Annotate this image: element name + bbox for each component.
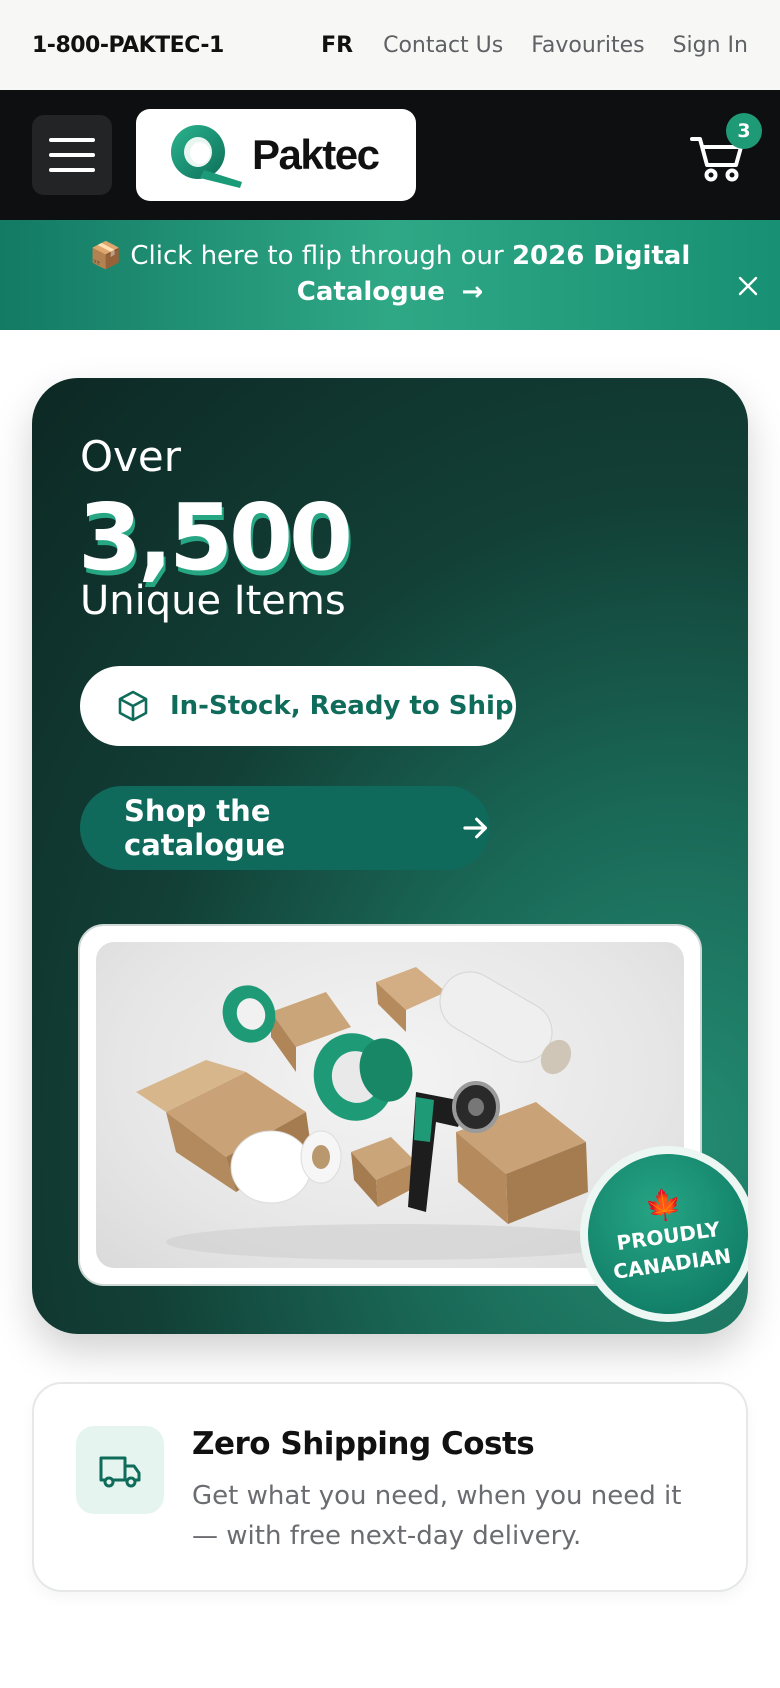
shop-catalogue-button[interactable]: Shop the catalogue	[80, 786, 490, 870]
delivery-truck-icon	[99, 1456, 141, 1488]
phone-number[interactable]: 1-800-PAKTEC-1	[32, 33, 224, 58]
in-stock-label: In-Stock, Ready to Ship	[170, 691, 514, 721]
feature-card: Zero Shipping Costs Get what you need, w…	[32, 1382, 748, 1592]
menu-line	[49, 138, 95, 142]
arrow-right-icon: →	[461, 277, 484, 307]
box-icon	[118, 690, 148, 722]
close-icon[interactable]	[736, 274, 760, 298]
feature-description: Get what you need, when you need it — wi…	[192, 1481, 682, 1551]
package-emoji-icon: 📦	[89, 241, 123, 271]
cart-button[interactable]: 3	[688, 113, 762, 185]
feature-icon-box	[76, 1426, 164, 1514]
site-header: Paktec 3	[0, 90, 780, 220]
logo[interactable]: Paktec	[136, 109, 416, 201]
menu-line	[49, 168, 95, 172]
hero-card: Over 3,500 Unique Items In-Stock, Ready …	[32, 378, 748, 1334]
cart-count-badge: 3	[726, 113, 762, 149]
hero-over-label: Over	[80, 432, 182, 481]
catalogue-promo-banner[interactable]: 📦 Click here to flip through our 2026 Di…	[0, 220, 780, 330]
in-stock-pill: In-Stock, Ready to Ship	[80, 666, 516, 746]
logo-wordmark: Paktec	[252, 131, 380, 178]
arrow-right-icon	[463, 817, 487, 839]
promo-text: Click here to flip through our	[130, 241, 504, 271]
utility-bar: 1-800-PAKTEC-1 FR Contact Us Favourites …	[0, 0, 780, 90]
hero-items-label: Unique Items	[80, 578, 346, 624]
utility-links: FR Contact Us Favourites Sign In	[321, 33, 748, 58]
tape-roll-logo-icon	[171, 125, 242, 188]
feature-title: Zero Shipping Costs	[192, 1426, 535, 1462]
hero-item-count: 3,500	[78, 484, 353, 591]
menu-line	[49, 153, 95, 157]
hamburger-menu-button[interactable]	[32, 115, 112, 195]
sign-in-link[interactable]: Sign In	[673, 33, 748, 58]
maple-leaf-icon: 🍁	[643, 1185, 685, 1226]
contact-us-link[interactable]: Contact Us	[383, 33, 503, 58]
shop-catalogue-label: Shop the catalogue	[124, 794, 286, 862]
proudly-canadian-badge: 🍁 PROUDLY CANADIAN	[577, 1143, 748, 1325]
favourites-link[interactable]: Favourites	[531, 33, 644, 58]
language-toggle[interactable]: FR	[321, 33, 353, 58]
